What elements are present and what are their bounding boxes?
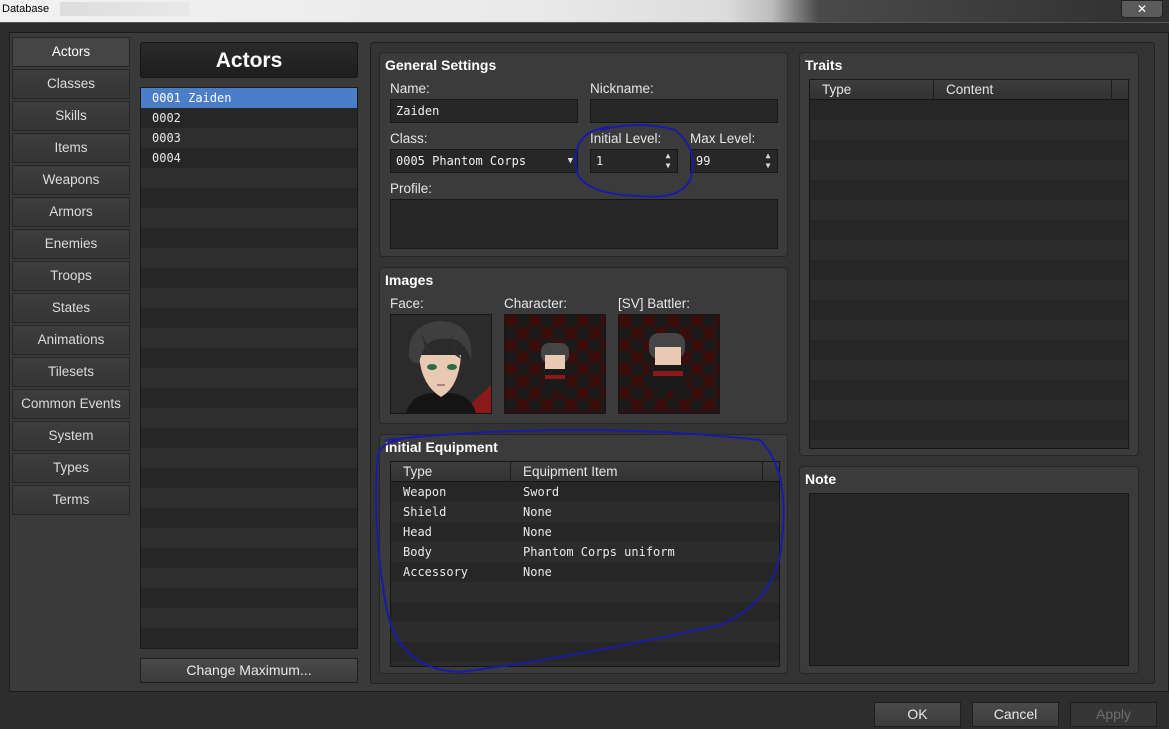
ok-button[interactable]: OK	[874, 702, 961, 727]
annotation-circle-initial-level	[574, 124, 694, 198]
apply-button[interactable]: Apply	[1070, 702, 1157, 727]
annotation-overlay	[375, 124, 785, 674]
annotation-circle-initial-equipment	[375, 429, 785, 674]
cancel-button[interactable]: Cancel	[972, 702, 1059, 727]
